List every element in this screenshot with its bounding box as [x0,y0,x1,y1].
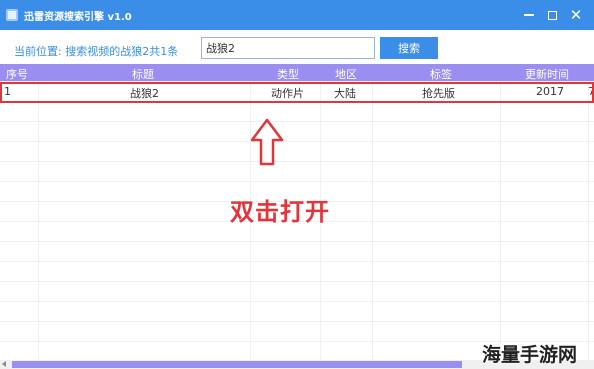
column-divider [38,81,39,360]
minimize-icon [524,14,534,16]
table-header: 序号 标题 类型 地区 标签 更新时间 [0,64,594,81]
column-header-index[interactable]: 序号 [6,66,28,82]
column-header-region[interactable]: 地区 [335,66,357,82]
column-header-updated[interactable]: 更新时间 [525,66,569,82]
search-input[interactable] [201,37,375,59]
location-label: 当前位置: 搜索视频的战狼2共1条 [14,45,179,58]
search-button[interactable]: 搜索 [380,37,438,59]
scroll-left-icon[interactable] [2,361,6,367]
row-highlight-box [0,82,594,103]
up-arrow-icon [250,118,284,166]
scrollbar-thumb[interactable] [12,361,462,368]
minimize-button[interactable] [519,5,539,25]
window-title: 迅雷资源搜索引擎 v1.0 [24,12,132,23]
column-header-title[interactable]: 标题 [132,66,154,82]
annotation-text: 双击打开 [230,198,330,226]
column-divider [500,81,501,360]
column-header-tag[interactable]: 标签 [430,66,452,82]
app-logo-icon [6,9,18,21]
column-divider [372,81,373,360]
close-icon: ✕ [569,6,583,24]
close-button[interactable]: ✕ [566,5,586,25]
column-header-type[interactable]: 类型 [277,66,299,82]
maximize-icon [547,10,557,20]
column-divider [588,81,589,360]
search-bar: 当前位置: 搜索视频的战狼2共1条 搜索 [0,30,594,63]
watermark: 海量手游网 [482,344,578,366]
maximize-button[interactable] [542,5,562,25]
title-bar: 迅雷资源搜索引擎 v1.0 ✕ [0,0,594,30]
